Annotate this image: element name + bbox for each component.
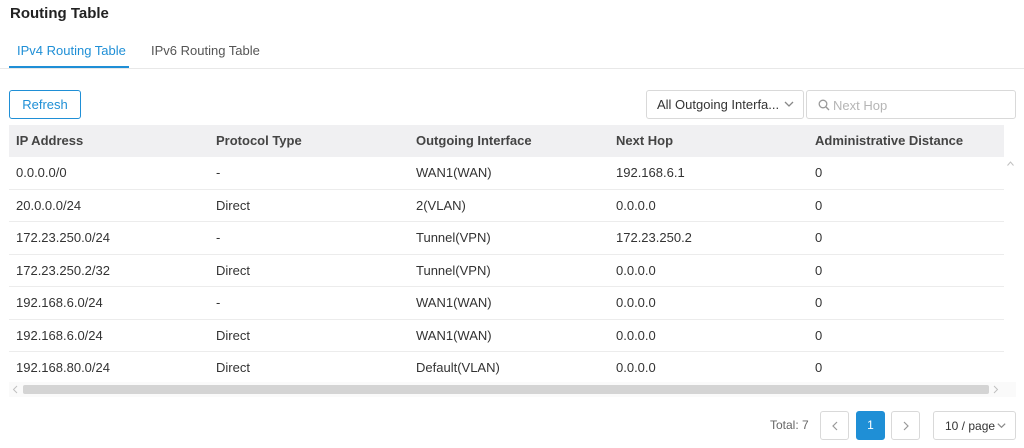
cell-ip-address: 172.23.250.2/32 bbox=[16, 262, 110, 278]
cell-next-hop: 0.0.0.0 bbox=[616, 197, 656, 213]
next-page-button[interactable] bbox=[891, 411, 920, 440]
next-hop-search[interactable] bbox=[806, 90, 1016, 119]
table-row[interactable]: 172.23.250.0/24 - Tunnel(VPN) 172.23.250… bbox=[9, 222, 1004, 255]
chevron-right-icon bbox=[903, 421, 909, 431]
column-header-administrative-distance[interactable]: Administrative Distance bbox=[815, 125, 963, 157]
search-icon bbox=[818, 99, 830, 111]
page-title: Routing Table bbox=[10, 5, 109, 22]
horizontal-scrollbar[interactable] bbox=[9, 382, 1016, 397]
cell-ip-address: 172.23.250.0/24 bbox=[16, 230, 110, 245]
cell-administrative-distance: 0 bbox=[815, 165, 823, 180]
cell-ip-address: 192.168.80.0/24 bbox=[16, 360, 110, 375]
cell-next-hop: 192.168.6.1 bbox=[616, 165, 685, 180]
column-header-ip-address[interactable]: IP Address bbox=[16, 125, 83, 157]
cell-protocol-type: - bbox=[216, 230, 221, 245]
outgoing-interface-select-value: All Outgoing Interfa... bbox=[657, 97, 779, 112]
active-tab-indicator bbox=[9, 66, 129, 68]
cell-ip-address: 192.168.6.0/24 bbox=[16, 295, 103, 310]
cell-next-hop: 0.0.0.0 bbox=[616, 327, 656, 343]
chevron-up-icon[interactable] bbox=[1007, 161, 1014, 166]
page-1-button[interactable]: 1 bbox=[856, 411, 885, 440]
chevron-left-icon[interactable] bbox=[12, 385, 18, 394]
cell-protocol-type: Direct bbox=[216, 262, 250, 278]
table-row[interactable]: 20.0.0.0/24 Direct 2(VLAN) 0.0.0.0 0 bbox=[9, 190, 1004, 222]
vertical-scrollbar[interactable] bbox=[1004, 157, 1016, 382]
cell-next-hop: 0.0.0.0 bbox=[616, 295, 656, 310]
cell-protocol-type: - bbox=[216, 165, 221, 180]
cell-outgoing-interface: Default(VLAN) bbox=[416, 360, 500, 375]
cell-outgoing-interface: WAN1(WAN) bbox=[416, 327, 492, 343]
cell-administrative-distance: 0 bbox=[815, 327, 823, 343]
cell-outgoing-interface: WAN1(WAN) bbox=[416, 295, 492, 310]
next-hop-search-input[interactable] bbox=[833, 94, 1009, 116]
chevron-down-icon bbox=[784, 101, 794, 107]
table-row[interactable]: 192.168.6.0/24 Direct WAN1(WAN) 0.0.0.0 … bbox=[9, 320, 1004, 352]
routing-table: IP Address Protocol Type Outgoing Interf… bbox=[9, 125, 1016, 397]
chevron-down-icon bbox=[997, 423, 1006, 429]
table-body: 0.0.0.0/0 - WAN1(WAN) 192.168.6.1 0 20.0… bbox=[9, 157, 1004, 385]
column-header-protocol-type[interactable]: Protocol Type bbox=[216, 125, 302, 157]
table-row[interactable]: 0.0.0.0/0 - WAN1(WAN) 192.168.6.1 0 bbox=[9, 157, 1004, 190]
total-count: Total: 7 bbox=[770, 418, 809, 432]
table-header: IP Address Protocol Type Outgoing Interf… bbox=[9, 125, 1004, 157]
cell-ip-address: 192.168.6.0/24 bbox=[16, 327, 103, 343]
cell-administrative-distance: 0 bbox=[815, 360, 823, 375]
cell-ip-address: 0.0.0.0/0 bbox=[16, 165, 67, 180]
column-header-outgoing-interface[interactable]: Outgoing Interface bbox=[416, 125, 532, 157]
chevron-left-icon bbox=[831, 421, 837, 431]
cell-outgoing-interface: Tunnel(VPN) bbox=[416, 230, 491, 245]
cell-outgoing-interface: WAN1(WAN) bbox=[416, 165, 492, 180]
tab-bar: IPv4 Routing Table IPv6 Routing Table bbox=[0, 36, 1024, 69]
refresh-button[interactable]: Refresh bbox=[9, 90, 81, 119]
chevron-right-icon[interactable] bbox=[993, 385, 999, 394]
cell-administrative-distance: 0 bbox=[815, 295, 823, 310]
cell-next-hop: 172.23.250.2 bbox=[616, 230, 692, 245]
cell-next-hop: 0.0.0.0 bbox=[616, 360, 656, 375]
cell-ip-address: 20.0.0.0/24 bbox=[16, 197, 82, 213]
horizontal-scrollbar-thumb[interactable] bbox=[23, 385, 989, 394]
cell-outgoing-interface: Tunnel(VPN) bbox=[416, 262, 491, 278]
table-row[interactable]: 192.168.80.0/24 Direct Default(VLAN) 0.0… bbox=[9, 352, 1004, 385]
column-header-next-hop[interactable]: Next Hop bbox=[616, 125, 673, 157]
table-row[interactable]: 172.23.250.2/32 Direct Tunnel(VPN) 0.0.0… bbox=[9, 255, 1004, 287]
cell-protocol-type: Direct bbox=[216, 360, 250, 375]
page-size-select[interactable]: 10 / page bbox=[933, 411, 1016, 440]
tab-ipv4-routing-table[interactable]: IPv4 Routing Table bbox=[17, 36, 126, 69]
cell-administrative-distance: 0 bbox=[815, 262, 823, 278]
outgoing-interface-select[interactable]: All Outgoing Interfa... bbox=[646, 90, 804, 119]
cell-administrative-distance: 0 bbox=[815, 197, 823, 213]
tab-ipv6-routing-table[interactable]: IPv6 Routing Table bbox=[151, 36, 260, 69]
cell-protocol-type: Direct bbox=[216, 197, 250, 213]
cell-administrative-distance: 0 bbox=[815, 230, 823, 245]
cell-next-hop: 0.0.0.0 bbox=[616, 262, 656, 278]
cell-protocol-type: Direct bbox=[216, 327, 250, 343]
page-size-value: 10 / page bbox=[945, 419, 996, 433]
cell-protocol-type: - bbox=[216, 295, 221, 310]
cell-outgoing-interface: 2(VLAN) bbox=[416, 197, 466, 213]
table-row[interactable]: 192.168.6.0/24 - WAN1(WAN) 0.0.0.0 0 bbox=[9, 287, 1004, 320]
previous-page-button[interactable] bbox=[820, 411, 849, 440]
